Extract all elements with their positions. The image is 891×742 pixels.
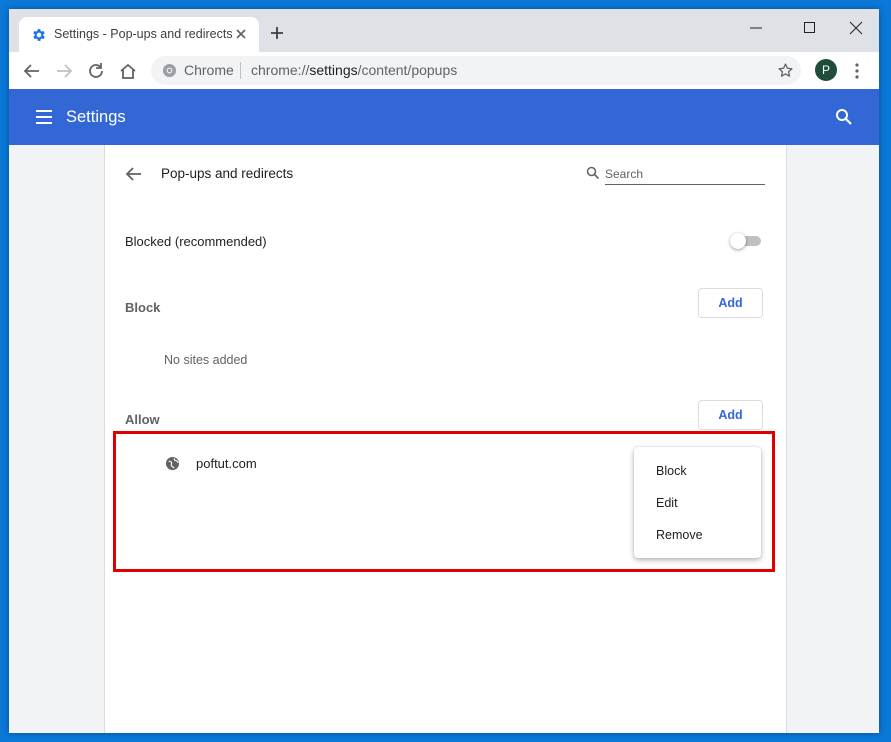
minimize-icon — [750, 27, 762, 29]
tab-strip: Settings - Pop-ups and redirects — [9, 9, 879, 52]
browser-window: Settings - Pop-ups and redirects Chrome … — [9, 9, 879, 733]
globe-icon — [165, 456, 180, 471]
menu-item-block[interactable]: Block — [634, 455, 761, 487]
more-vert-icon[interactable] — [849, 61, 865, 81]
maximize-icon — [804, 22, 815, 33]
page-title: Settings — [66, 108, 126, 126]
block-empty-text: No sites added — [164, 353, 248, 367]
menu-item-edit[interactable]: Edit — [634, 487, 761, 519]
menu-item-remove[interactable]: Remove — [634, 519, 761, 551]
star-icon[interactable] — [777, 62, 794, 79]
tab-title: Settings - Pop-ups and redirects — [54, 27, 233, 41]
add-allow-site-button[interactable]: Add — [698, 400, 763, 430]
add-block-site-button[interactable]: Add — [698, 288, 763, 318]
site-context-menu: Block Edit Remove — [634, 447, 761, 558]
plus-icon[interactable] — [269, 25, 285, 41]
block-section-label: Block — [125, 300, 161, 315]
hamburger-icon[interactable] — [35, 109, 53, 125]
subpage-title: Pop-ups and redirects — [161, 166, 294, 181]
allowed-site-label[interactable]: poftut.com — [196, 456, 257, 471]
search-icon — [586, 166, 600, 180]
back-icon[interactable] — [22, 61, 42, 81]
close-icon[interactable] — [233, 26, 249, 42]
home-icon[interactable] — [118, 61, 138, 81]
blocked-toggle-label: Blocked (recommended) — [125, 234, 267, 249]
blocked-toggle[interactable] — [730, 233, 764, 249]
close-icon — [849, 21, 863, 35]
omnibox-divider — [240, 62, 241, 79]
settings-header: Settings — [9, 89, 879, 145]
maximize-button[interactable] — [787, 13, 833, 43]
omnibox-chip: Chrome — [184, 62, 234, 78]
search-icon[interactable] — [835, 108, 853, 126]
address-bar[interactable]: Chrome chrome://settings/content/popups — [151, 56, 801, 85]
arrow-back-icon[interactable] — [125, 165, 143, 183]
reload-icon[interactable] — [86, 61, 106, 81]
settings-gear-icon — [33, 29, 45, 41]
close-window-button[interactable] — [833, 13, 879, 43]
allow-section-label: Allow — [125, 412, 160, 427]
url-text: chrome://settings/content/popups — [251, 62, 458, 78]
browser-toolbar: Chrome chrome://settings/content/popups … — [9, 52, 879, 90]
settings-content: Pop-ups and redirects Blocked (recommend… — [9, 145, 879, 733]
tab-settings[interactable]: Settings - Pop-ups and redirects — [19, 17, 259, 52]
forward-icon[interactable] — [54, 61, 74, 81]
minimize-button[interactable] — [733, 13, 779, 43]
avatar[interactable]: P — [815, 59, 837, 81]
settings-card: Pop-ups and redirects Blocked (recommend… — [104, 145, 787, 733]
search-input[interactable] — [605, 164, 765, 185]
toggle-knob — [730, 233, 746, 249]
chrome-logo-icon — [162, 63, 177, 78]
